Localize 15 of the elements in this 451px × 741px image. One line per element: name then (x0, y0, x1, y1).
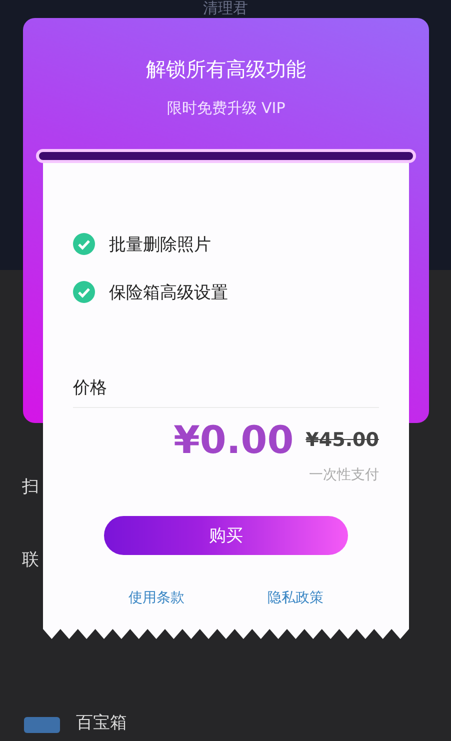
feature-label: 批量删除照片 (109, 234, 211, 256)
dialog-title: 解锁所有高级功能 (146, 56, 306, 83)
buy-button[interactable]: 购买 (104, 516, 348, 555)
feature-label: 保险箱高级设置 (109, 282, 228, 304)
original-price: ¥45.00 (306, 429, 379, 451)
app-title: 清理君 (203, 0, 248, 17)
price: ¥0.00 (173, 418, 294, 462)
dialog-subtitle: 限时免费升级 VIP (166, 99, 286, 118)
policy-link[interactable]: 隐私政策 (268, 589, 324, 607)
policy-link[interactable]: 使用条款 (128, 589, 184, 607)
price-label: 价格 (73, 376, 379, 408)
payment-note: 一次性支付 (309, 466, 379, 484)
menu-item-label: 联 (22, 549, 39, 571)
menu-item-label: 扫 (22, 476, 39, 498)
menu-item-label: 百宝箱 (76, 712, 127, 734)
